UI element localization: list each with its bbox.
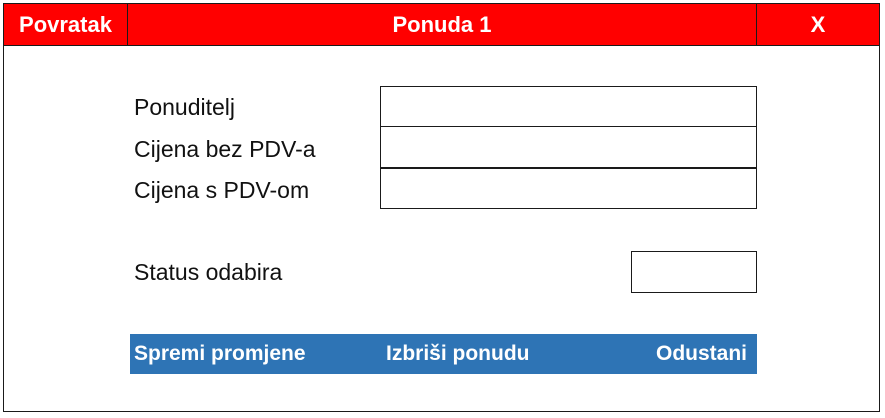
price-without-vat-input[interactable]: [380, 127, 757, 168]
cancel-button[interactable]: Odustani: [656, 334, 747, 374]
titlebar-divider: [4, 45, 879, 46]
window-title: Ponuda 1: [392, 11, 492, 37]
back-button[interactable]: Povratak: [4, 4, 128, 45]
price-with-vat-label: Cijena s PDV-om: [134, 177, 310, 203]
selection-status-label: Status odabira: [134, 259, 283, 285]
price-with-vat-input[interactable]: [380, 168, 757, 209]
price-without-vat-label: Cijena bez PDV-a: [134, 136, 316, 162]
selection-status-field[interactable]: [631, 251, 757, 293]
bidder-input[interactable]: [380, 86, 757, 127]
bidder-label: Ponuditelj: [134, 94, 236, 120]
offer-window: Povratak Ponuda 1 X Ponuditelj Cijena be…: [3, 3, 880, 412]
close-button[interactable]: X: [756, 4, 879, 45]
action-bar: Spremi promjene Izbriši ponudu Odustani: [130, 334, 757, 374]
save-changes-button[interactable]: Spremi promjene: [134, 334, 306, 374]
titlebar: Povratak Ponuda 1 X: [4, 4, 879, 45]
delete-offer-button[interactable]: Izbriši ponudu: [386, 334, 529, 374]
